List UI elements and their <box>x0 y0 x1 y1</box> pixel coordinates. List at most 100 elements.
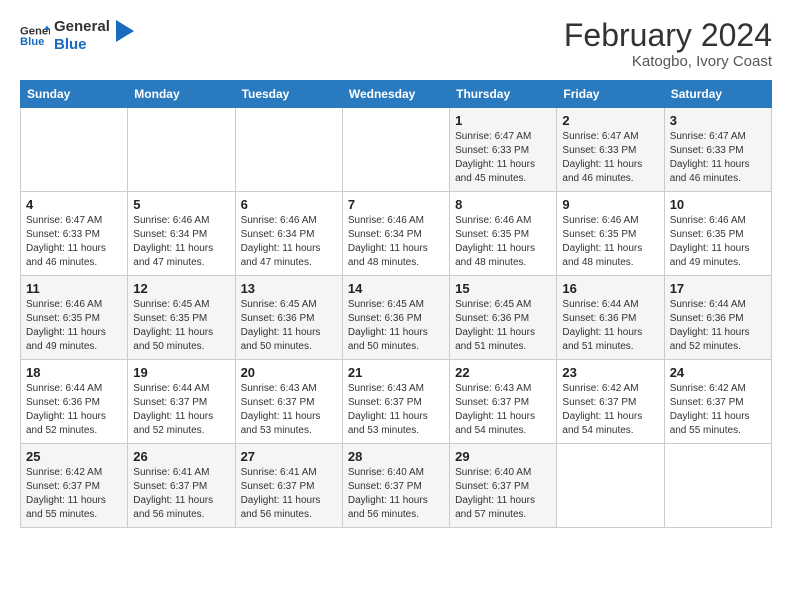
day-number: 21 <box>348 365 444 380</box>
calendar-day-15: 15 Sunrise: 6:45 AMSunset: 6:36 PMDayligh… <box>450 276 557 360</box>
day-number: 25 <box>26 449 122 464</box>
weekday-header-thursday: Thursday <box>450 81 557 108</box>
logo-line2: Blue <box>54 36 110 54</box>
calendar-day-20: 20 Sunrise: 6:43 AMSunset: 6:37 PMDayligh… <box>235 360 342 444</box>
day-number: 2 <box>562 113 658 128</box>
day-number: 20 <box>241 365 337 380</box>
calendar-empty-cell <box>21 108 128 192</box>
calendar-table: SundayMondayTuesdayWednesdayThursdayFrid… <box>20 80 772 528</box>
calendar-empty-cell <box>664 444 771 528</box>
weekday-header-tuesday: Tuesday <box>235 81 342 108</box>
day-number: 23 <box>562 365 658 380</box>
day-number: 29 <box>455 449 551 464</box>
calendar-day-22: 22 Sunrise: 6:43 AMSunset: 6:37 PMDayligh… <box>450 360 557 444</box>
day-info: Sunrise: 6:40 AMSunset: 6:37 PMDaylight:… <box>455 466 551 522</box>
day-number: 17 <box>670 281 766 296</box>
calendar-week-row: 18 Sunrise: 6:44 AMSunset: 6:36 PMDayligh… <box>21 360 772 444</box>
day-info: Sunrise: 6:43 AMSunset: 6:37 PMDaylight:… <box>241 382 337 438</box>
day-number: 4 <box>26 197 122 212</box>
day-info: Sunrise: 6:45 AMSunset: 6:36 PMDaylight:… <box>348 298 444 354</box>
weekday-header-monday: Monday <box>128 81 235 108</box>
day-info: Sunrise: 6:46 AMSunset: 6:35 PMDaylight:… <box>455 214 551 270</box>
day-info: Sunrise: 6:44 AMSunset: 6:36 PMDaylight:… <box>670 298 766 354</box>
calendar-day-9: 9 Sunrise: 6:46 AMSunset: 6:35 PMDaylight… <box>557 192 664 276</box>
day-info: Sunrise: 6:44 AMSunset: 6:36 PMDaylight:… <box>26 382 122 438</box>
day-number: 7 <box>348 197 444 212</box>
logo: General Blue General Blue <box>20 18 134 54</box>
day-info: Sunrise: 6:43 AMSunset: 6:37 PMDaylight:… <box>455 382 551 438</box>
calendar-day-11: 11 Sunrise: 6:46 AMSunset: 6:35 PMDayligh… <box>21 276 128 360</box>
day-number: 11 <box>26 281 122 296</box>
svg-text:Blue: Blue <box>20 36 44 48</box>
day-number: 15 <box>455 281 551 296</box>
weekday-header-row: SundayMondayTuesdayWednesdayThursdayFrid… <box>21 81 772 108</box>
calendar-week-row: 4 Sunrise: 6:47 AMSunset: 6:33 PMDaylight… <box>21 192 772 276</box>
weekday-header-saturday: Saturday <box>664 81 771 108</box>
day-number: 6 <box>241 197 337 212</box>
day-info: Sunrise: 6:46 AMSunset: 6:35 PMDaylight:… <box>670 214 766 270</box>
day-number: 9 <box>562 197 658 212</box>
calendar-empty-cell <box>128 108 235 192</box>
day-info: Sunrise: 6:43 AMSunset: 6:37 PMDaylight:… <box>348 382 444 438</box>
day-number: 14 <box>348 281 444 296</box>
calendar-day-4: 4 Sunrise: 6:47 AMSunset: 6:33 PMDaylight… <box>21 192 128 276</box>
day-info: Sunrise: 6:41 AMSunset: 6:37 PMDaylight:… <box>241 466 337 522</box>
day-info: Sunrise: 6:45 AMSunset: 6:35 PMDaylight:… <box>133 298 229 354</box>
day-info: Sunrise: 6:47 AMSunset: 6:33 PMDaylight:… <box>455 130 551 186</box>
calendar-day-1: 1 Sunrise: 6:47 AMSunset: 6:33 PMDaylight… <box>450 108 557 192</box>
day-info: Sunrise: 6:42 AMSunset: 6:37 PMDaylight:… <box>562 382 658 438</box>
day-number: 10 <box>670 197 766 212</box>
weekday-header-sunday: Sunday <box>21 81 128 108</box>
day-info: Sunrise: 6:46 AMSunset: 6:34 PMDaylight:… <box>133 214 229 270</box>
calendar-day-5: 5 Sunrise: 6:46 AMSunset: 6:34 PMDaylight… <box>128 192 235 276</box>
calendar-week-row: 25 Sunrise: 6:42 AMSunset: 6:37 PMDayligh… <box>21 444 772 528</box>
day-number: 5 <box>133 197 229 212</box>
calendar-day-23: 23 Sunrise: 6:42 AMSunset: 6:37 PMDayligh… <box>557 360 664 444</box>
calendar-day-26: 26Sunrise: 6:41 AMSunset: 6:37 PMDayligh… <box>128 444 235 528</box>
day-info: Sunrise: 6:47 AMSunset: 6:33 PMDaylight:… <box>670 130 766 186</box>
day-number: 24 <box>670 365 766 380</box>
calendar-empty-cell <box>235 108 342 192</box>
subtitle: Katogbo, Ivory Coast <box>564 53 772 70</box>
day-info: Sunrise: 6:46 AMSunset: 6:35 PMDaylight:… <box>26 298 122 354</box>
calendar-day-21: 21 Sunrise: 6:43 AMSunset: 6:37 PMDayligh… <box>342 360 449 444</box>
day-number: 18 <box>26 365 122 380</box>
day-info: Sunrise: 6:47 AMSunset: 6:33 PMDaylight:… <box>26 214 122 270</box>
logo-line1: General <box>54 18 110 36</box>
main-title: February 2024 <box>564 18 772 53</box>
calendar-day-10: 10 Sunrise: 6:46 AMSunset: 6:35 PMDayligh… <box>664 192 771 276</box>
day-number: 16 <box>562 281 658 296</box>
day-info: Sunrise: 6:42 AMSunset: 6:37 PMDaylight:… <box>26 466 122 522</box>
day-info: Sunrise: 6:46 AMSunset: 6:35 PMDaylight:… <box>562 214 658 270</box>
calendar-day-13: 13Sunrise: 6:45 AMSunset: 6:36 PMDayligh… <box>235 276 342 360</box>
calendar-day-8: 8 Sunrise: 6:46 AMSunset: 6:35 PMDaylight… <box>450 192 557 276</box>
day-info: Sunrise: 6:41 AMSunset: 6:37 PMDaylight:… <box>133 466 229 522</box>
calendar-day-6: 6 Sunrise: 6:46 AMSunset: 6:34 PMDaylight… <box>235 192 342 276</box>
day-number: 22 <box>455 365 551 380</box>
day-number: 12 <box>133 281 229 296</box>
day-info: Sunrise: 6:44 AMSunset: 6:37 PMDaylight:… <box>133 382 229 438</box>
day-number: 8 <box>455 197 551 212</box>
day-info: Sunrise: 6:47 AMSunset: 6:33 PMDaylight:… <box>562 130 658 186</box>
calendar-day-27: 27 Sunrise: 6:41 AMSunset: 6:37 PMDayligh… <box>235 444 342 528</box>
day-info: Sunrise: 6:46 AMSunset: 6:34 PMDaylight:… <box>241 214 337 270</box>
day-info: Sunrise: 6:45 AMSunset: 6:36 PMDaylight:… <box>455 298 551 354</box>
day-number: 1 <box>455 113 551 128</box>
calendar-day-14: 14 Sunrise: 6:45 AMSunset: 6:36 PMDayligh… <box>342 276 449 360</box>
day-info: Sunrise: 6:44 AMSunset: 6:36 PMDaylight:… <box>562 298 658 354</box>
weekday-header-friday: Friday <box>557 81 664 108</box>
calendar-empty-cell <box>557 444 664 528</box>
day-info: Sunrise: 6:42 AMSunset: 6:37 PMDaylight:… <box>670 382 766 438</box>
day-number: 19 <box>133 365 229 380</box>
day-info: Sunrise: 6:46 AMSunset: 6:34 PMDaylight:… <box>348 214 444 270</box>
calendar-day-16: 16 Sunrise: 6:44 AMSunset: 6:36 PMDayligh… <box>557 276 664 360</box>
day-info: Sunrise: 6:45 AMSunset: 6:36 PMDaylight:… <box>241 298 337 354</box>
day-info: Sunrise: 6:40 AMSunset: 6:37 PMDaylight:… <box>348 466 444 522</box>
calendar-week-row: 1 Sunrise: 6:47 AMSunset: 6:33 PMDaylight… <box>21 108 772 192</box>
day-number: 27 <box>241 449 337 464</box>
calendar-empty-cell <box>342 108 449 192</box>
title-block: February 2024 Katogbo, Ivory Coast <box>564 18 772 70</box>
calendar-day-25: 25 Sunrise: 6:42 AMSunset: 6:37 PMDayligh… <box>21 444 128 528</box>
day-number: 28 <box>348 449 444 464</box>
page: General Blue General Blue February 2024 … <box>0 0 792 612</box>
